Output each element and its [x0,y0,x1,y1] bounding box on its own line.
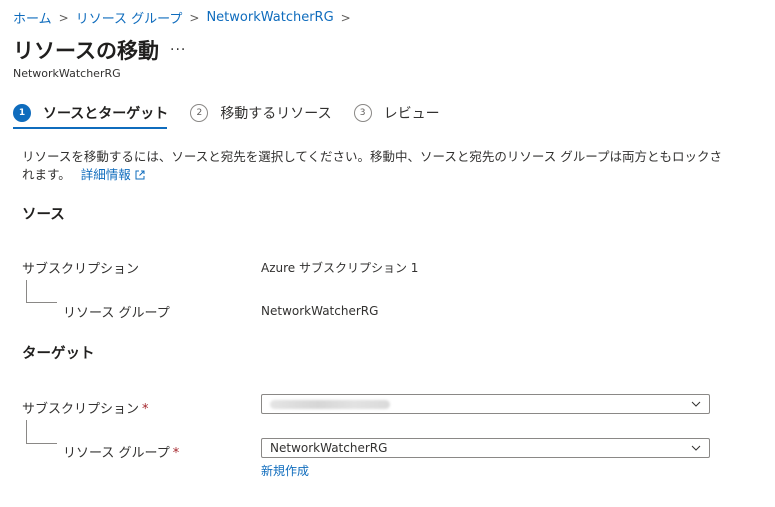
page-title: リソースの移動 [13,39,159,63]
source-subscription-label: サブスクリプション [22,262,140,277]
source-heading: ソース [22,207,65,223]
target-resource-group-label: リソース グループ * [63,446,180,461]
chevron-down-icon [691,401,701,407]
external-link-icon [135,170,145,180]
target-heading: ターゲット [22,346,95,362]
tab-resources-to-move[interactable]: 2 移動するリソース [190,103,332,123]
source-resource-group-label: リソース グループ [63,306,170,321]
source-resource-group-value: NetworkWatcherRG [261,304,379,318]
step-label: レビュー [383,106,440,122]
step-label: 移動するリソース [220,106,332,122]
create-new-resource-group-link[interactable]: 新規作成 [261,462,309,479]
subscription-value-redacted [270,399,390,409]
tree-connector [26,280,57,303]
step-label: ソースとターゲット [43,106,169,122]
step-number: 1 [13,104,31,122]
step-number: 3 [353,104,372,122]
more-options-button[interactable]: ... [170,38,186,54]
required-mark: * [172,446,180,461]
target-subscription-dropdown[interactable] [261,394,710,414]
breadcrumb-separator: > [340,10,351,25]
wizard-steps: 1 ソースとターゲット 2 移動するリソース 3 レビュー [13,103,462,123]
breadcrumb-networkwatcherrg[interactable]: NetworkWatcherRG [206,10,333,25]
source-subscription-value: Azure サブスクリプション 1 [261,261,419,275]
breadcrumb: ホーム > リソース グループ > NetworkWatcherRG > [13,8,358,27]
step-number: 2 [190,104,209,122]
tab-source-and-target[interactable]: 1 ソースとターゲット [13,103,168,123]
breadcrumb-separator: > [58,10,69,25]
tree-connector [26,420,57,444]
breadcrumb-resource-groups[interactable]: リソース グループ [76,8,183,27]
required-mark: * [142,402,149,417]
breadcrumb-home[interactable]: ホーム [13,8,52,27]
tab-review[interactable]: 3 レビュー [353,103,440,123]
breadcrumb-separator: > [189,10,200,25]
page-subtitle: NetworkWatcherRG [13,67,121,80]
description: リソースを移動するには、ソースと宛先を選択してください。移動中、ソースと宛先のリ… [22,148,722,184]
chevron-down-icon [691,445,701,451]
target-subscription-label: サブスクリプション * [22,402,149,417]
active-step-indicator [13,127,167,129]
learn-more-link[interactable]: 詳細情報 [81,167,145,182]
target-resource-group-dropdown[interactable]: NetworkWatcherRG [261,438,710,458]
resource-group-selected-value: NetworkWatcherRG [270,441,388,455]
